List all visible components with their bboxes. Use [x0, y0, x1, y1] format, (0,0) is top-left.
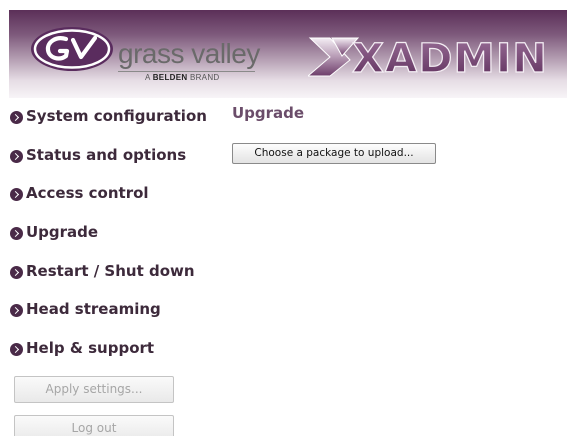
choose-package-button[interactable]: Choose a package to upload...: [232, 143, 436, 164]
chevron-right-circle-icon: [10, 304, 23, 317]
sidebar-item-system-configuration[interactable]: System configuration: [10, 107, 207, 125]
xadmin-page: grass valley A BELDEN BRAND XADMIN Syste…: [0, 0, 567, 436]
chevron-right-circle-icon: [10, 188, 23, 201]
sidebar-item-label: Access control: [26, 184, 149, 202]
chevron-right-circle-icon: [10, 227, 23, 240]
sidebar-item-label: Head streaming: [26, 300, 161, 318]
sidebar-item-upgrade[interactable]: Upgrade: [10, 223, 98, 241]
sidebar-item-label: Help & support: [26, 339, 155, 357]
xadmin-logo-text: XADMIN: [352, 36, 548, 78]
brand-name: grass valley: [118, 38, 260, 69]
logout-button[interactable]: Log out: [14, 415, 174, 436]
sidebar-item-label: Upgrade: [26, 223, 99, 241]
sidebar-item-label: System configuration: [26, 107, 207, 125]
brand-tagline-suffix: BRAND: [189, 73, 220, 82]
grass-valley-logo-icon: [31, 27, 113, 71]
apply-settings-button[interactable]: Apply settings...: [14, 376, 174, 403]
page-title: Upgrade: [232, 104, 305, 122]
sidebar-item-label: Restart / Shut down: [26, 262, 195, 280]
sidebar-item-help-support[interactable]: Help & support: [10, 339, 154, 357]
sidebar-item-status-and-options[interactable]: Status and options: [10, 146, 186, 164]
brand-divider: [118, 71, 255, 72]
sidebar-item-head-streaming[interactable]: Head streaming: [10, 300, 161, 318]
brand-tagline-prefix: A: [145, 73, 151, 82]
sidebar-item-label: Status and options: [26, 146, 187, 164]
chevron-right-circle-icon: [10, 343, 23, 356]
xadmin-logo: XADMIN: [308, 35, 548, 78]
header-banner: grass valley A BELDEN BRAND XADMIN: [9, 10, 567, 98]
chevron-right-circle-icon: [10, 150, 23, 163]
sidebar-item-access-control[interactable]: Access control: [10, 184, 149, 202]
chevron-right-circle-icon: [10, 111, 23, 124]
brand-tagline: A BELDEN BRAND: [145, 73, 219, 82]
chevron-right-circle-icon: [10, 266, 23, 279]
sidebar-item-restart-shut-down[interactable]: Restart / Shut down: [10, 262, 195, 280]
brand-tagline-bold: BELDEN: [152, 73, 188, 82]
